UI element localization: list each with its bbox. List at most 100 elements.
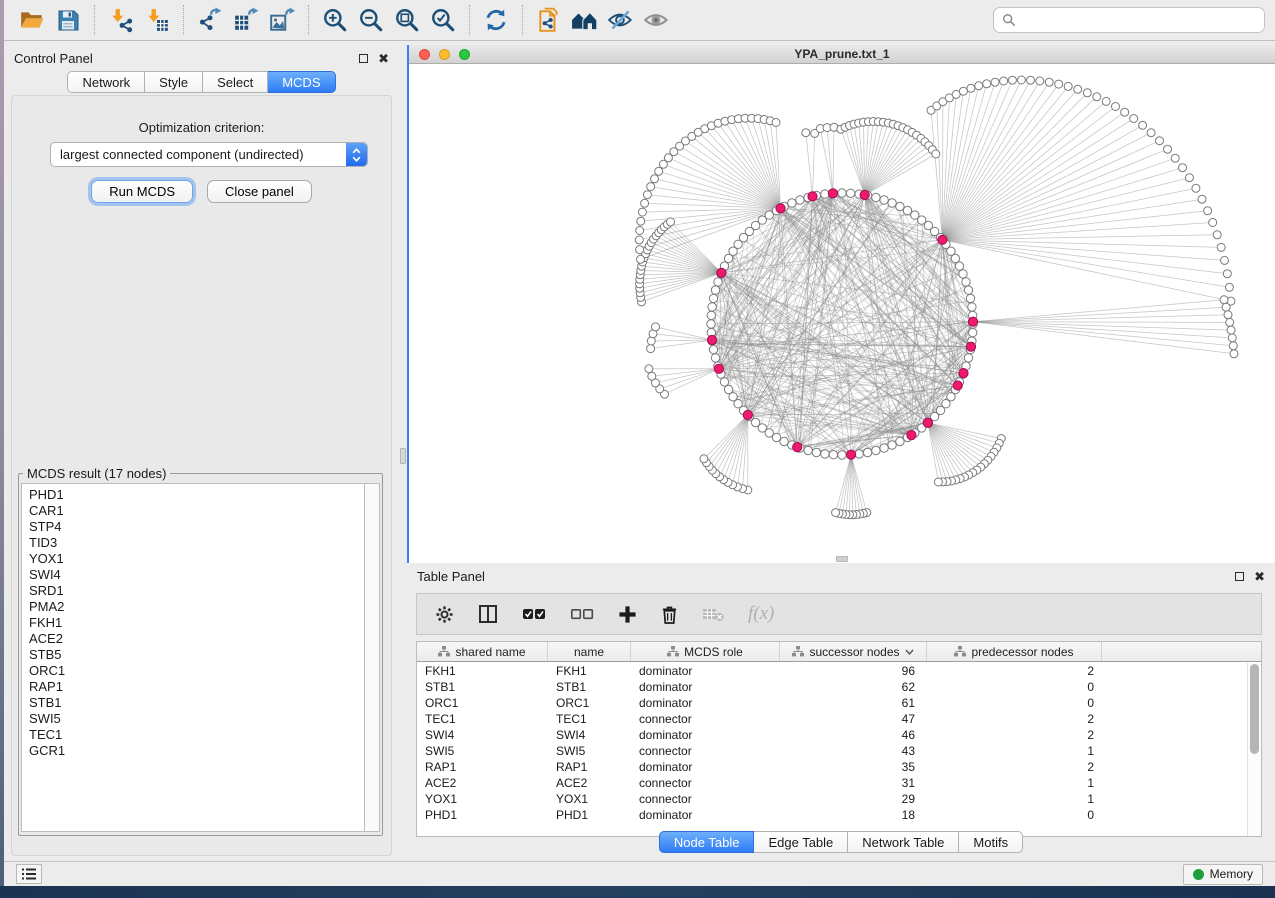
network-node[interactable] bbox=[647, 345, 655, 353]
table-row[interactable]: STB1STB1dominator620 bbox=[417, 679, 1247, 695]
network-node[interactable] bbox=[959, 270, 967, 278]
network-node[interactable] bbox=[962, 278, 970, 286]
network-node[interactable] bbox=[1209, 219, 1217, 227]
import-table-button[interactable] bbox=[139, 3, 175, 37]
network-node[interactable] bbox=[700, 455, 708, 463]
network-node[interactable] bbox=[1074, 85, 1082, 93]
first-neighbors-button[interactable] bbox=[567, 3, 603, 37]
network-node[interactable] bbox=[1000, 77, 1008, 85]
float-panel-icon[interactable] bbox=[1235, 572, 1244, 581]
result-node-item[interactable]: YOX1 bbox=[29, 551, 364, 567]
network-node[interactable] bbox=[1112, 103, 1120, 111]
network-node[interactable] bbox=[724, 385, 732, 393]
mcds-hub-node[interactable] bbox=[968, 317, 977, 326]
network-node[interactable] bbox=[863, 448, 871, 456]
network-node[interactable] bbox=[1179, 164, 1187, 172]
network-node[interactable] bbox=[1228, 334, 1236, 342]
network-node[interactable] bbox=[1198, 195, 1206, 203]
network-node[interactable] bbox=[1217, 243, 1225, 251]
network-node[interactable] bbox=[1229, 342, 1237, 350]
scrollbar-thumb[interactable] bbox=[1250, 664, 1259, 754]
network-node[interactable] bbox=[964, 354, 972, 362]
network-node[interactable] bbox=[636, 227, 644, 235]
network-node[interactable] bbox=[1139, 121, 1147, 129]
network-node[interactable] bbox=[812, 448, 820, 456]
mcds-hub-node[interactable] bbox=[938, 235, 947, 244]
network-node[interactable] bbox=[1130, 115, 1138, 123]
result-node-item[interactable]: SRD1 bbox=[29, 583, 364, 599]
network-node[interactable] bbox=[1083, 89, 1091, 97]
export-image-button[interactable] bbox=[264, 3, 300, 37]
criterion-select[interactable]: largest connected component (undirected) bbox=[50, 142, 368, 167]
mcds-hub-node[interactable] bbox=[776, 204, 785, 213]
network-node[interactable] bbox=[872, 193, 880, 201]
table-row[interactable]: YOX1YOX1connector291 bbox=[417, 791, 1247, 807]
network-node[interactable] bbox=[641, 199, 649, 207]
network-node[interactable] bbox=[964, 286, 972, 294]
network-node[interactable] bbox=[832, 509, 840, 517]
run-mcds-button[interactable]: Run MCDS bbox=[91, 180, 193, 203]
result-node-item[interactable]: TID3 bbox=[29, 535, 364, 551]
mcds-hub-node[interactable] bbox=[717, 268, 726, 277]
network-canvas[interactable] bbox=[409, 64, 1275, 564]
result-node-item[interactable]: FKH1 bbox=[29, 615, 364, 631]
save-session-button[interactable] bbox=[50, 3, 86, 37]
mcds-hub-node[interactable] bbox=[860, 190, 869, 199]
result-node-item[interactable]: GCR1 bbox=[29, 743, 364, 759]
network-node[interactable] bbox=[1192, 184, 1200, 192]
zoom-in-button[interactable] bbox=[317, 3, 353, 37]
network-node[interactable] bbox=[1093, 93, 1101, 101]
table-row[interactable]: PHD1PHD1dominator180 bbox=[417, 807, 1247, 823]
network-node[interactable] bbox=[1204, 207, 1212, 215]
network-node[interactable] bbox=[880, 444, 888, 452]
network-node[interactable] bbox=[1055, 80, 1063, 88]
network-node[interactable] bbox=[1121, 108, 1129, 116]
result-node-item[interactable]: PMA2 bbox=[29, 599, 364, 615]
network-node[interactable] bbox=[1102, 97, 1110, 105]
mcds-hub-node[interactable] bbox=[966, 342, 975, 351]
network-node[interactable] bbox=[1027, 76, 1035, 84]
network-node[interactable] bbox=[855, 450, 863, 458]
mcds-hub-node[interactable] bbox=[847, 450, 856, 459]
zoom-fit-button[interactable] bbox=[389, 3, 425, 37]
network-node[interactable] bbox=[707, 311, 715, 319]
network-node[interactable] bbox=[643, 191, 651, 199]
network-node[interactable] bbox=[711, 354, 719, 362]
new-network-from-selection-button[interactable] bbox=[531, 3, 567, 37]
show-all-button[interactable] bbox=[639, 3, 675, 37]
maximize-window-icon[interactable] bbox=[459, 49, 470, 60]
network-node[interactable] bbox=[991, 78, 999, 86]
network-node[interactable] bbox=[1147, 129, 1155, 137]
network-node[interactable] bbox=[1220, 296, 1228, 304]
network-node[interactable] bbox=[638, 208, 646, 216]
network-node[interactable] bbox=[932, 150, 940, 158]
network-node[interactable] bbox=[1225, 283, 1233, 291]
network-node[interactable] bbox=[1222, 303, 1230, 311]
mcds-hub-node[interactable] bbox=[923, 418, 932, 427]
result-node-item[interactable]: ACE2 bbox=[29, 631, 364, 647]
tab-style[interactable]: Style bbox=[145, 71, 203, 93]
network-node[interactable] bbox=[714, 278, 722, 286]
network-node[interactable] bbox=[1017, 76, 1025, 84]
column-header-predecessor-nodes[interactable]: predecessor nodes bbox=[927, 642, 1102, 661]
tab-motifs[interactable]: Motifs bbox=[959, 831, 1023, 853]
network-node[interactable] bbox=[720, 378, 728, 386]
table-mode-button[interactable] bbox=[435, 605, 454, 624]
zoom-out-button[interactable] bbox=[353, 3, 389, 37]
vertical-splitter[interactable] bbox=[399, 45, 407, 861]
mcds-hub-node[interactable] bbox=[714, 364, 723, 373]
mcds-hub-node[interactable] bbox=[808, 192, 817, 201]
network-node[interactable] bbox=[780, 437, 788, 445]
delete-table-button[interactable] bbox=[702, 606, 724, 622]
network-node[interactable] bbox=[709, 294, 717, 302]
splitter-grip[interactable] bbox=[400, 448, 406, 464]
network-node[interactable] bbox=[648, 372, 656, 380]
apply-layout-button[interactable] bbox=[478, 3, 514, 37]
network-node[interactable] bbox=[707, 320, 715, 328]
network-node[interactable] bbox=[959, 87, 967, 95]
function-builder-button[interactable]: f(x) bbox=[748, 603, 774, 625]
float-panel-icon[interactable] bbox=[359, 54, 368, 63]
column-header-name[interactable]: name bbox=[548, 642, 631, 661]
network-node[interactable] bbox=[635, 236, 643, 244]
close-window-icon[interactable] bbox=[419, 49, 430, 60]
